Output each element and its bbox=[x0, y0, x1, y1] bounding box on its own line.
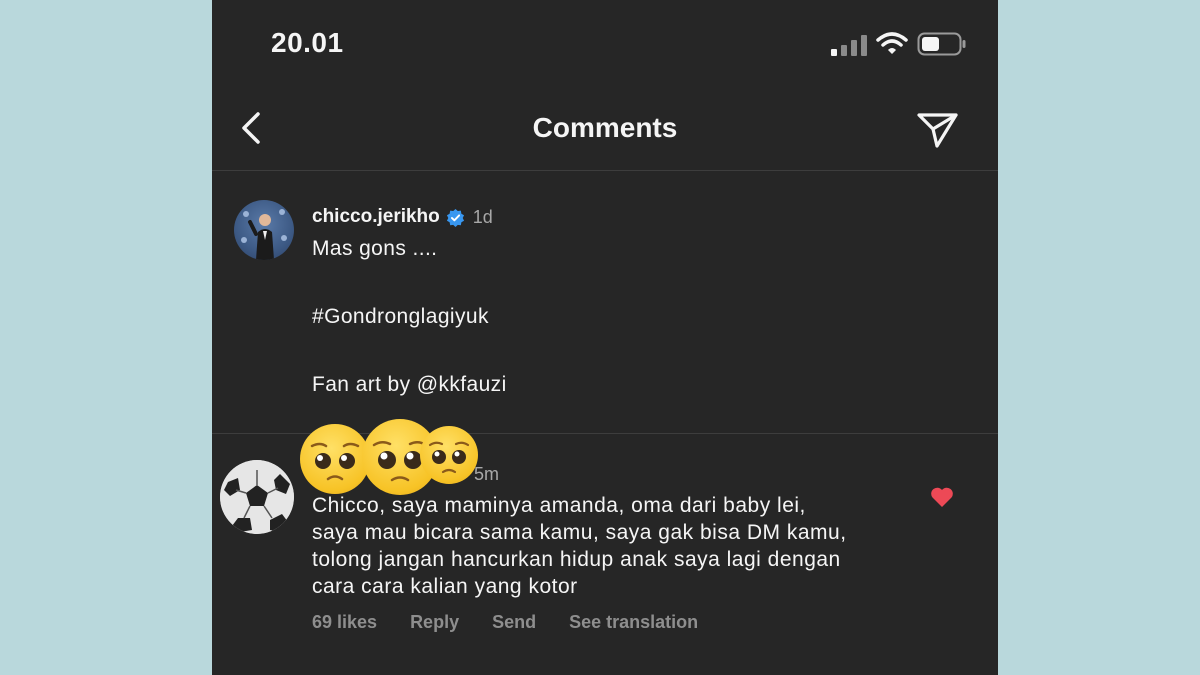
comment-item: 5m Chicco, saya maminya amanda, oma dari… bbox=[212, 419, 998, 675]
comment-text-line: cara cara kalian yang kotor bbox=[312, 575, 578, 598]
username-emoji[interactable] bbox=[298, 419, 478, 495]
avatar[interactable] bbox=[234, 200, 294, 260]
username[interactable]: chicco.jerikho bbox=[312, 206, 440, 228]
comment-text: Chicco, saya maminya amanda, oma dari ba… bbox=[312, 492, 847, 600]
comment-text-line: tolong jangan hancurkan hidup anak saya … bbox=[312, 548, 841, 571]
see-translation-button[interactable]: See translation bbox=[569, 612, 698, 633]
likes-count[interactable]: 69 likes bbox=[312, 612, 377, 633]
pleading-face-emoji bbox=[420, 426, 478, 484]
caption-header: chicco.jerikho 1d bbox=[312, 206, 493, 228]
status-time: 20.01 bbox=[271, 27, 344, 58]
header: Comments bbox=[212, 90, 998, 171]
wifi-icon bbox=[876, 32, 908, 54]
caption-text-line: Fan art by @kkfauzi bbox=[312, 373, 507, 396]
pleading-face-emoji bbox=[300, 424, 370, 494]
avatar[interactable] bbox=[220, 460, 294, 534]
signal-icon bbox=[831, 34, 871, 56]
share-send-button[interactable] bbox=[912, 104, 962, 154]
verified-badge-icon bbox=[446, 208, 464, 227]
reply-button[interactable]: Reply bbox=[410, 612, 459, 633]
caption-time: 1d bbox=[472, 206, 493, 227]
page-title: Comments bbox=[532, 112, 678, 143]
battery-icon bbox=[917, 32, 966, 56]
comment-text-line: Chicco, saya maminya amanda, oma dari ba… bbox=[312, 494, 806, 517]
heart-icon[interactable] bbox=[930, 486, 954, 508]
hashtag-link[interactable]: #Gondronglagiyuk bbox=[312, 305, 489, 329]
post-caption: chicco.jerikho 1d Mas gons .... #Gondron… bbox=[212, 171, 998, 434]
caption-text-line: Mas gons .... bbox=[312, 237, 438, 260]
comment-actions: 69 likes Reply Send See translation bbox=[312, 612, 698, 633]
send-icon bbox=[917, 113, 958, 148]
comment-text-line: saya mau bicara sama kamu, saya gak bisa… bbox=[312, 521, 847, 544]
comments-screen: 20.01 Comments chicco.jerikho 1d Mas gon… bbox=[212, 0, 998, 675]
status-bar: 20.01 bbox=[212, 0, 998, 90]
send-button[interactable]: Send bbox=[492, 612, 536, 633]
